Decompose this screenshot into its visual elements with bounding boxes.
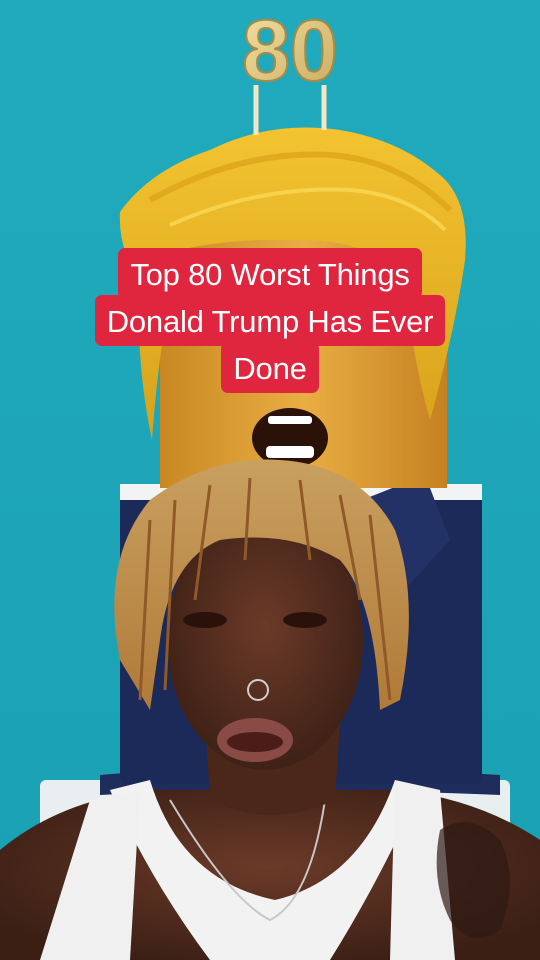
- candle-number-text: 80: [242, 3, 338, 99]
- video-caption: Top 80 Worst Things Donald Trump Has Eve…: [0, 248, 540, 393]
- video-frame: 80: [0, 0, 540, 960]
- caption-line-1: Top 80 Worst Things: [118, 248, 422, 299]
- caption-line-3: Done: [221, 342, 319, 393]
- caption-line-2: Donald Trump Has Ever: [94, 295, 446, 346]
